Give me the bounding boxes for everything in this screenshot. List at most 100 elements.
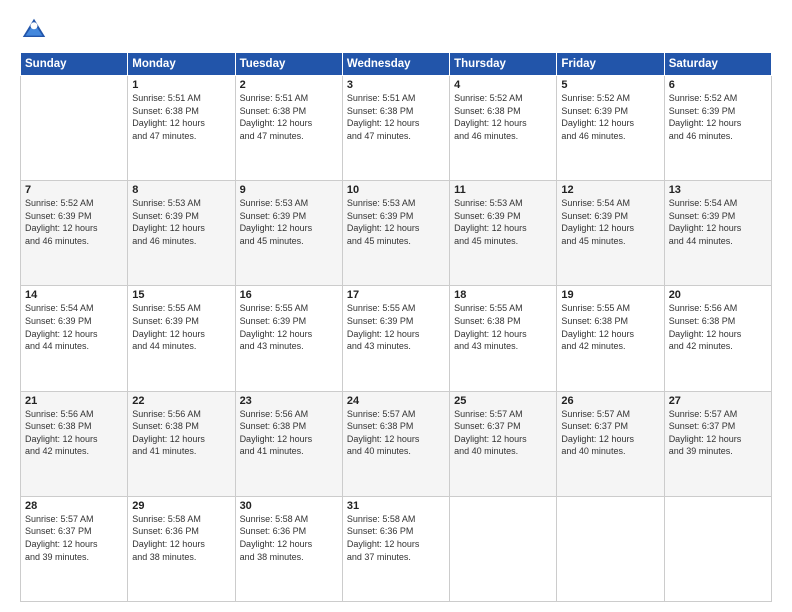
header-cell-monday: Monday: [128, 53, 235, 76]
day-info: Sunrise: 5:53 AMSunset: 6:39 PMDaylight:…: [240, 197, 338, 247]
week-row-5: 28Sunrise: 5:57 AMSunset: 6:37 PMDayligh…: [21, 496, 772, 601]
day-number: 26: [561, 395, 659, 407]
day-cell: [21, 76, 128, 181]
day-number: 19: [561, 289, 659, 301]
logo: [20, 16, 52, 44]
day-cell: 28Sunrise: 5:57 AMSunset: 6:37 PMDayligh…: [21, 496, 128, 601]
day-number: 16: [240, 289, 338, 301]
day-cell: 7Sunrise: 5:52 AMSunset: 6:39 PMDaylight…: [21, 181, 128, 286]
day-number: 22: [132, 395, 230, 407]
calendar-table: SundayMondayTuesdayWednesdayThursdayFrid…: [20, 52, 772, 602]
day-cell: 26Sunrise: 5:57 AMSunset: 6:37 PMDayligh…: [557, 391, 664, 496]
day-number: 28: [25, 500, 123, 512]
day-info: Sunrise: 5:55 AMSunset: 6:39 PMDaylight:…: [240, 302, 338, 352]
day-cell: 25Sunrise: 5:57 AMSunset: 6:37 PMDayligh…: [450, 391, 557, 496]
header-cell-thursday: Thursday: [450, 53, 557, 76]
week-row-4: 21Sunrise: 5:56 AMSunset: 6:38 PMDayligh…: [21, 391, 772, 496]
day-cell: 5Sunrise: 5:52 AMSunset: 6:39 PMDaylight…: [557, 76, 664, 181]
day-cell: 4Sunrise: 5:52 AMSunset: 6:38 PMDaylight…: [450, 76, 557, 181]
day-info: Sunrise: 5:54 AMSunset: 6:39 PMDaylight:…: [25, 302, 123, 352]
header-cell-friday: Friday: [557, 53, 664, 76]
day-info: Sunrise: 5:56 AMSunset: 6:38 PMDaylight:…: [669, 302, 767, 352]
header: [20, 16, 772, 44]
day-info: Sunrise: 5:54 AMSunset: 6:39 PMDaylight:…: [669, 197, 767, 247]
day-cell: 17Sunrise: 5:55 AMSunset: 6:39 PMDayligh…: [342, 286, 449, 391]
day-number: 13: [669, 184, 767, 196]
calendar-header: SundayMondayTuesdayWednesdayThursdayFrid…: [21, 53, 772, 76]
day-cell: 1Sunrise: 5:51 AMSunset: 6:38 PMDaylight…: [128, 76, 235, 181]
day-number: 25: [454, 395, 552, 407]
day-info: Sunrise: 5:55 AMSunset: 6:39 PMDaylight:…: [132, 302, 230, 352]
week-row-3: 14Sunrise: 5:54 AMSunset: 6:39 PMDayligh…: [21, 286, 772, 391]
day-number: 6: [669, 79, 767, 91]
day-number: 9: [240, 184, 338, 196]
day-cell: 22Sunrise: 5:56 AMSunset: 6:38 PMDayligh…: [128, 391, 235, 496]
day-cell: 14Sunrise: 5:54 AMSunset: 6:39 PMDayligh…: [21, 286, 128, 391]
day-number: 21: [25, 395, 123, 407]
day-number: 11: [454, 184, 552, 196]
day-info: Sunrise: 5:57 AMSunset: 6:38 PMDaylight:…: [347, 408, 445, 458]
day-cell: 10Sunrise: 5:53 AMSunset: 6:39 PMDayligh…: [342, 181, 449, 286]
day-cell: 11Sunrise: 5:53 AMSunset: 6:39 PMDayligh…: [450, 181, 557, 286]
day-info: Sunrise: 5:55 AMSunset: 6:39 PMDaylight:…: [347, 302, 445, 352]
day-cell: [557, 496, 664, 601]
day-info: Sunrise: 5:58 AMSunset: 6:36 PMDaylight:…: [240, 513, 338, 563]
day-number: 31: [347, 500, 445, 512]
day-number: 3: [347, 79, 445, 91]
day-number: 30: [240, 500, 338, 512]
day-number: 18: [454, 289, 552, 301]
day-cell: 23Sunrise: 5:56 AMSunset: 6:38 PMDayligh…: [235, 391, 342, 496]
day-cell: 31Sunrise: 5:58 AMSunset: 6:36 PMDayligh…: [342, 496, 449, 601]
day-cell: 13Sunrise: 5:54 AMSunset: 6:39 PMDayligh…: [664, 181, 771, 286]
day-number: 5: [561, 79, 659, 91]
day-number: 1: [132, 79, 230, 91]
day-info: Sunrise: 5:52 AMSunset: 6:39 PMDaylight:…: [669, 92, 767, 142]
day-info: Sunrise: 5:57 AMSunset: 6:37 PMDaylight:…: [561, 408, 659, 458]
week-row-2: 7Sunrise: 5:52 AMSunset: 6:39 PMDaylight…: [21, 181, 772, 286]
day-number: 17: [347, 289, 445, 301]
day-number: 14: [25, 289, 123, 301]
day-cell: 6Sunrise: 5:52 AMSunset: 6:39 PMDaylight…: [664, 76, 771, 181]
day-cell: [664, 496, 771, 601]
day-number: 10: [347, 184, 445, 196]
week-row-1: 1Sunrise: 5:51 AMSunset: 6:38 PMDaylight…: [21, 76, 772, 181]
day-cell: 18Sunrise: 5:55 AMSunset: 6:38 PMDayligh…: [450, 286, 557, 391]
day-info: Sunrise: 5:51 AMSunset: 6:38 PMDaylight:…: [347, 92, 445, 142]
day-number: 2: [240, 79, 338, 91]
day-info: Sunrise: 5:51 AMSunset: 6:38 PMDaylight:…: [240, 92, 338, 142]
day-number: 24: [347, 395, 445, 407]
day-info: Sunrise: 5:51 AMSunset: 6:38 PMDaylight:…: [132, 92, 230, 142]
day-cell: 20Sunrise: 5:56 AMSunset: 6:38 PMDayligh…: [664, 286, 771, 391]
header-cell-wednesday: Wednesday: [342, 53, 449, 76]
day-info: Sunrise: 5:58 AMSunset: 6:36 PMDaylight:…: [132, 513, 230, 563]
day-number: 12: [561, 184, 659, 196]
day-info: Sunrise: 5:57 AMSunset: 6:37 PMDaylight:…: [454, 408, 552, 458]
day-number: 4: [454, 79, 552, 91]
day-info: Sunrise: 5:53 AMSunset: 6:39 PMDaylight:…: [454, 197, 552, 247]
day-cell: 9Sunrise: 5:53 AMSunset: 6:39 PMDaylight…: [235, 181, 342, 286]
header-cell-saturday: Saturday: [664, 53, 771, 76]
day-cell: 12Sunrise: 5:54 AMSunset: 6:39 PMDayligh…: [557, 181, 664, 286]
day-cell: 29Sunrise: 5:58 AMSunset: 6:36 PMDayligh…: [128, 496, 235, 601]
day-number: 20: [669, 289, 767, 301]
day-info: Sunrise: 5:54 AMSunset: 6:39 PMDaylight:…: [561, 197, 659, 247]
day-cell: 8Sunrise: 5:53 AMSunset: 6:39 PMDaylight…: [128, 181, 235, 286]
header-cell-sunday: Sunday: [21, 53, 128, 76]
day-cell: 21Sunrise: 5:56 AMSunset: 6:38 PMDayligh…: [21, 391, 128, 496]
logo-icon: [20, 16, 48, 44]
day-cell: 3Sunrise: 5:51 AMSunset: 6:38 PMDaylight…: [342, 76, 449, 181]
day-cell: [450, 496, 557, 601]
day-info: Sunrise: 5:52 AMSunset: 6:39 PMDaylight:…: [25, 197, 123, 247]
day-info: Sunrise: 5:55 AMSunset: 6:38 PMDaylight:…: [454, 302, 552, 352]
day-info: Sunrise: 5:52 AMSunset: 6:39 PMDaylight:…: [561, 92, 659, 142]
calendar-body: 1Sunrise: 5:51 AMSunset: 6:38 PMDaylight…: [21, 76, 772, 602]
day-info: Sunrise: 5:55 AMSunset: 6:38 PMDaylight:…: [561, 302, 659, 352]
day-number: 23: [240, 395, 338, 407]
day-info: Sunrise: 5:53 AMSunset: 6:39 PMDaylight:…: [132, 197, 230, 247]
day-info: Sunrise: 5:56 AMSunset: 6:38 PMDaylight:…: [25, 408, 123, 458]
header-row: SundayMondayTuesdayWednesdayThursdayFrid…: [21, 53, 772, 76]
day-number: 8: [132, 184, 230, 196]
day-info: Sunrise: 5:57 AMSunset: 6:37 PMDaylight:…: [25, 513, 123, 563]
header-cell-tuesday: Tuesday: [235, 53, 342, 76]
day-info: Sunrise: 5:52 AMSunset: 6:38 PMDaylight:…: [454, 92, 552, 142]
